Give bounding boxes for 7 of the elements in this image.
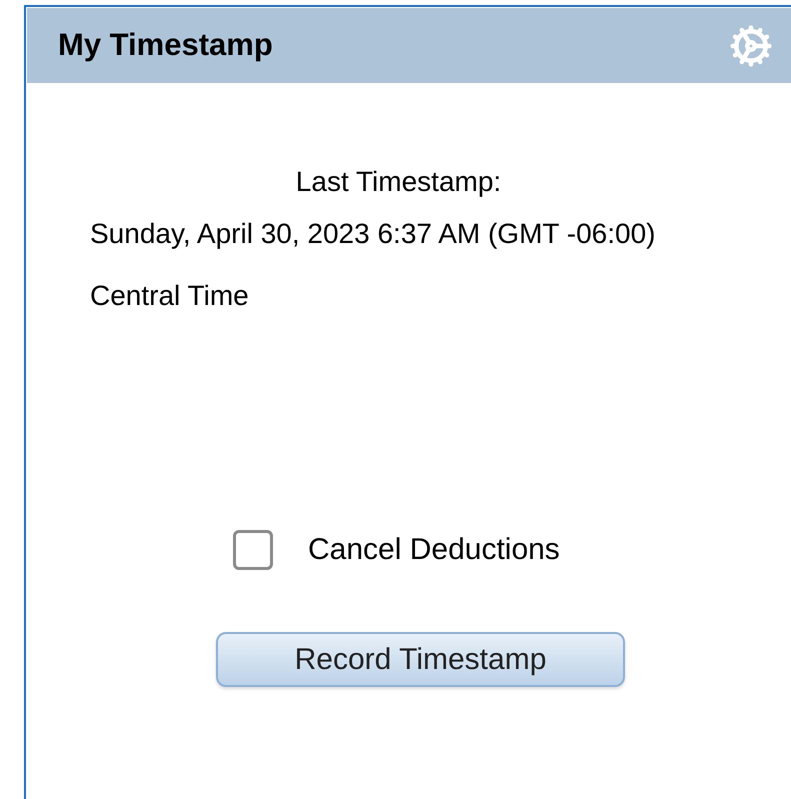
panel-title: My Timestamp xyxy=(58,26,273,64)
cancel-deductions-checkbox[interactable] xyxy=(233,530,273,570)
last-timestamp-label: Last Timestamp: xyxy=(296,165,502,199)
settings-icon[interactable] xyxy=(729,24,773,68)
last-timestamp-value: Sunday, April 30, 2023 6:37 AM (GMT -06:00) Central Time xyxy=(90,217,656,313)
record-timestamp-button[interactable]: Record Timestamp xyxy=(216,632,625,687)
checkbox-label: Cancel Deductions xyxy=(308,532,560,568)
